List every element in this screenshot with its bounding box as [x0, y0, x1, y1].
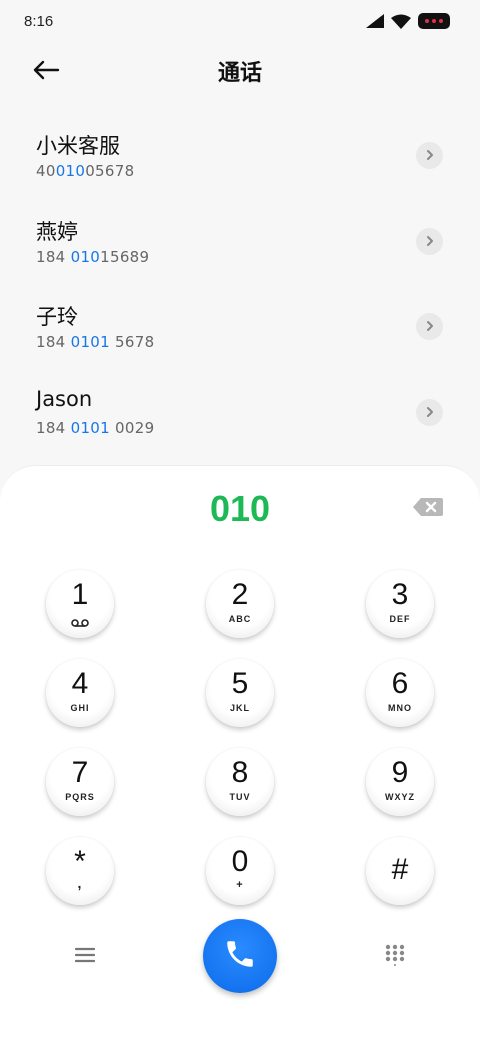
key-digit: 9	[391, 756, 409, 789]
header: 通话	[0, 48, 480, 94]
menu-icon	[74, 947, 96, 967]
contact-row[interactable]: Jason 184 0101 0029	[0, 369, 480, 455]
key-9[interactable]: 9 WXYZ	[366, 748, 434, 816]
contact-row[interactable]: 小米客服 4001005678	[0, 112, 480, 198]
voicemail-icon	[46, 612, 114, 631]
key-letters: PQRS	[65, 792, 95, 802]
key-letters: TUV	[229, 792, 251, 802]
wifi-icon	[391, 14, 411, 29]
chevron-right-icon	[425, 146, 435, 165]
dialpad: 010 1 2 ABC 3 DEF 4 GHI 5 JKL 6 MNO 7 PQ…	[0, 465, 480, 1040]
contact-name: 小米客服	[36, 134, 120, 158]
status-bar: 8:16	[0, 0, 480, 42]
key-letters: ABC	[228, 614, 252, 624]
chevron-right-icon	[425, 232, 435, 251]
page-title: 通话	[217, 61, 262, 86]
key-letters: JKL	[229, 703, 250, 713]
dialpad-action-bar	[0, 916, 480, 996]
key-3[interactable]: 3 DEF	[366, 570, 434, 638]
contact-detail-button[interactable]	[416, 227, 443, 255]
match-highlight: 0101	[70, 418, 110, 437]
contact-detail-button[interactable]	[416, 142, 443, 169]
status-time: 8:16	[24, 12, 54, 30]
key-8[interactable]: 8 TUV	[206, 748, 274, 816]
key-digit: 4	[71, 667, 89, 700]
call-button[interactable]	[203, 919, 277, 993]
backspace-icon	[412, 498, 444, 522]
key-letters: GHI	[70, 703, 90, 713]
contact-row[interactable]: 燕婷 184 01015689	[0, 198, 480, 284]
chevron-right-icon	[425, 317, 435, 336]
key-4[interactable]: 4 GHI	[46, 659, 114, 727]
key-2[interactable]: 2 ABC	[206, 570, 274, 638]
match-highlight: 010	[55, 162, 86, 180]
contact-number: 184 0101 5678	[36, 333, 155, 351]
keypad-toggle-button[interactable]	[380, 942, 410, 972]
status-icons	[366, 13, 450, 29]
key-6[interactable]: 6 MNO	[366, 659, 434, 727]
key-hash[interactable]: #	[366, 837, 434, 905]
key-5[interactable]: 5 JKL	[206, 659, 274, 727]
contact-name: 燕婷	[36, 219, 78, 244]
key-digit: 7	[71, 756, 89, 789]
key-letters: DEF	[389, 614, 411, 624]
backspace-button[interactable]	[412, 496, 444, 518]
key-digit: 5	[231, 667, 249, 700]
match-highlight: 010	[70, 247, 101, 266]
contact-detail-button[interactable]	[416, 398, 443, 426]
contact-detail-button[interactable]	[416, 313, 443, 340]
key-letters: WXYZ	[385, 792, 415, 802]
key-letters: ,	[77, 875, 83, 891]
key-star[interactable]: * ,	[46, 837, 114, 905]
contact-number: 184 0101 0029	[36, 418, 155, 437]
key-0[interactable]: 0 +	[206, 837, 274, 905]
battery-icon	[418, 13, 450, 29]
back-button[interactable]	[28, 54, 64, 90]
phone-icon	[223, 937, 257, 975]
key-letters: +	[236, 879, 244, 891]
key-digit: 3	[391, 578, 409, 611]
contact-number: 184 01015689	[36, 247, 150, 266]
key-digit: 8	[231, 756, 249, 789]
key-digit: 6	[391, 667, 409, 700]
contact-list: 小米客服 4001005678 燕婷 184 01015689 子玲 184 0…	[0, 112, 480, 454]
contact-name: Jason	[36, 386, 93, 411]
cellular-signal-icon	[366, 14, 384, 28]
key-digit: *	[74, 845, 86, 878]
dialpad-grid-icon	[385, 944, 405, 970]
contact-number: 4001005678	[36, 162, 135, 180]
arrow-left-icon	[32, 60, 60, 84]
key-digit: 0	[231, 845, 249, 878]
key-letters: MNO	[388, 703, 412, 713]
key-digit: #	[391, 853, 409, 886]
dialed-number-display[interactable]: 010	[0, 486, 480, 532]
key-7[interactable]: 7 PQRS	[46, 748, 114, 816]
contact-row[interactable]: 子玲 184 0101 5678	[0, 283, 480, 369]
match-highlight: 0101	[70, 333, 110, 351]
key-digit: 1	[71, 578, 89, 611]
contact-name: 子玲	[36, 305, 78, 329]
key-1[interactable]: 1	[46, 570, 114, 638]
chevron-right-icon	[425, 403, 435, 422]
key-digit: 2	[231, 578, 249, 611]
menu-button[interactable]	[68, 943, 102, 971]
